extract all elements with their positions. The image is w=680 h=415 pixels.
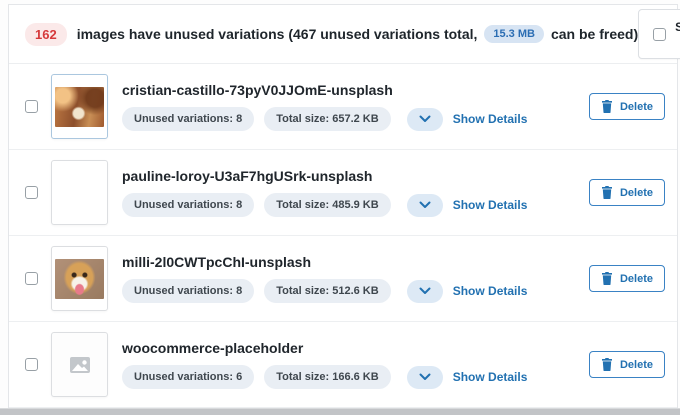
delete-label: Delete (620, 273, 653, 285)
summary-text-before: images have unused variations (467 unuse… (77, 26, 478, 42)
summary-text-after: can be freed) (551, 26, 638, 42)
row-meta: Unused variations: 6 Total size: 166.6 K… (122, 365, 589, 389)
unused-variations-badge: Unused variations: 8 (122, 193, 254, 217)
delete-button[interactable]: Delete (589, 93, 665, 120)
summary-header: 162 images have unused variations (467 u… (9, 5, 677, 64)
freeable-size-badge: 15.3 MB (484, 25, 544, 43)
thumbnail-image (55, 173, 104, 213)
row-content: woocommerce-placeholder Unused variation… (122, 340, 589, 389)
row-meta: Unused variations: 8 Total size: 657.2 K… (122, 107, 589, 131)
row-content: milli-2l0CWTpcChI-unsplash Unused variat… (122, 254, 589, 303)
image-title: woocommerce-placeholder (122, 340, 589, 356)
show-details-link[interactable]: Show Details (453, 284, 528, 298)
show-details-link[interactable]: Show Details (453, 112, 528, 126)
thumbnail-frame[interactable] (51, 332, 108, 397)
row-content: pauline-loroy-U3aF7hgUSrk-unsplash Unuse… (122, 168, 589, 217)
image-row: pauline-loroy-U3aF7hgUSrk-unsplash Unuse… (9, 150, 677, 236)
thumbnail-image (55, 87, 104, 127)
chevron-down-icon (419, 201, 431, 209)
image-title: milli-2l0CWTpcChI-unsplash (122, 254, 589, 270)
select-all-label: Select All (675, 20, 680, 48)
image-row: woocommerce-placeholder Unused variation… (9, 322, 677, 408)
row-checkbox[interactable] (25, 272, 38, 285)
thumbnail-frame[interactable] (51, 160, 108, 225)
image-row: milli-2l0CWTpcChI-unsplash Unused variat… (9, 236, 677, 322)
delete-button[interactable]: Delete (589, 265, 665, 292)
chevron-down-icon (419, 287, 431, 295)
unused-variations-badge: Unused variations: 6 (122, 365, 254, 389)
image-title: cristian-castillo-73pyV0JJOmE-unsplash (122, 82, 589, 98)
show-details-link[interactable]: Show Details (453, 198, 528, 212)
row-checkbox[interactable] (25, 100, 38, 113)
image-title: pauline-loroy-U3aF7hgUSrk-unsplash (122, 168, 589, 184)
trash-icon (601, 100, 613, 113)
delete-label: Delete (620, 101, 653, 113)
row-checkbox[interactable] (25, 358, 38, 371)
unused-variations-badge: Unused variations: 8 (122, 107, 254, 131)
trash-icon (601, 186, 613, 199)
delete-label: Delete (620, 359, 653, 371)
thumbnail-frame[interactable] (51, 74, 108, 139)
thumbnail-image (55, 259, 104, 299)
total-size-badge: Total size: 512.6 KB (264, 279, 391, 303)
unused-variations-panel: 162 images have unused variations (467 u… (8, 4, 678, 408)
chevron-down-icon (419, 115, 431, 123)
trash-icon (601, 358, 613, 371)
show-details-link[interactable]: Show Details (453, 370, 528, 384)
thumbnail-frame[interactable] (51, 246, 108, 311)
delete-button[interactable]: Delete (589, 351, 665, 378)
delete-label: Delete (620, 187, 653, 199)
select-all-checkbox[interactable] (653, 28, 666, 41)
row-checkbox[interactable] (25, 186, 38, 199)
trash-icon (601, 272, 613, 285)
total-size-badge: Total size: 485.9 KB (264, 193, 391, 217)
expand-details-button[interactable] (407, 366, 443, 389)
row-content: cristian-castillo-73pyV0JJOmE-unsplash U… (122, 82, 589, 131)
unused-variations-badge: Unused variations: 8 (122, 279, 254, 303)
total-size-badge: Total size: 657.2 KB (264, 107, 391, 131)
select-all-button[interactable]: Select All (638, 9, 680, 59)
expand-details-button[interactable] (407, 108, 443, 131)
image-row: cristian-castillo-73pyV0JJOmE-unsplash U… (9, 64, 677, 150)
chevron-down-icon (419, 373, 431, 381)
row-meta: Unused variations: 8 Total size: 512.6 K… (122, 279, 589, 303)
expand-details-button[interactable] (407, 194, 443, 217)
delete-button[interactable]: Delete (589, 179, 665, 206)
total-size-badge: Total size: 166.6 KB (264, 365, 391, 389)
window-bottom-edge (0, 408, 680, 415)
screen-background: 162 images have unused variations (467 u… (0, 0, 680, 415)
summary-message: images have unused variations (467 unuse… (77, 25, 638, 43)
row-meta: Unused variations: 8 Total size: 485.9 K… (122, 193, 589, 217)
image-placeholder-icon (67, 352, 93, 378)
expand-details-button[interactable] (407, 280, 443, 303)
image-count-badge: 162 (25, 23, 67, 46)
